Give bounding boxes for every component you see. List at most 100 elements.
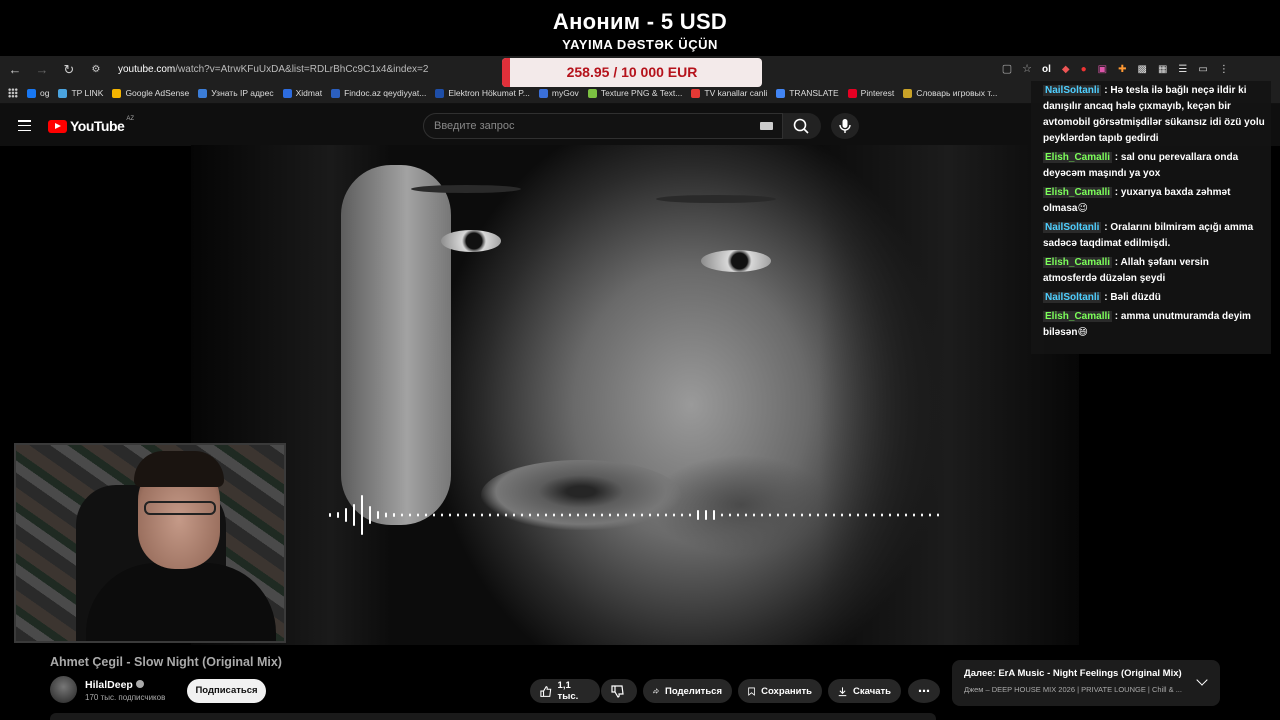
visualizer-bar <box>889 513 891 517</box>
bookmark-favicon-icon <box>903 88 913 98</box>
install-icon[interactable]: ▢ <box>1002 62 1012 75</box>
reload-icon[interactable]: ↻ <box>57 62 81 78</box>
visualizer-bar <box>441 513 443 517</box>
menu-icon[interactable] <box>18 120 31 132</box>
apps-grid-icon[interactable] <box>8 88 18 98</box>
bookmark-favicon-icon <box>58 88 68 98</box>
channel-avatar[interactable] <box>50 676 77 703</box>
chat-text: : Bəli düzdü <box>1101 292 1161 303</box>
bookmark-icon <box>748 687 755 696</box>
bookmark-item[interactable]: Google AdSense <box>112 88 189 98</box>
search-input[interactable]: Введите запрос <box>423 113 783 139</box>
subscribe-button[interactable]: Подписаться <box>187 679 266 703</box>
chat-username[interactable]: NailSoltanli <box>1043 222 1102 233</box>
chat-message: NailSoltanli : Oralarını bilmirəm açığı … <box>1043 220 1265 252</box>
visualizer-bar <box>785 513 787 517</box>
donation-goal-bar: 258.95 / 10 000 EUR <box>502 58 762 87</box>
donation-subtitle: YAYIMA DƏSTƏK ÜÇÜN <box>562 37 718 52</box>
chat-username[interactable]: Elish_Camalli <box>1043 257 1113 268</box>
visualizer-bar <box>633 513 635 517</box>
donation-title: Аноним - 5 USD <box>552 9 728 34</box>
visualizer-bar <box>905 513 907 517</box>
url-path: /watch?v=AtrwKFuUxDA&list=RDLrBhCc9C1x4&… <box>175 64 429 75</box>
save-button[interactable]: Сохранить <box>738 679 822 703</box>
like-button[interactable]: 1,1 тыс. <box>530 679 600 703</box>
extension-icon[interactable]: ◆ <box>1062 64 1070 75</box>
bookmark-favicon-icon <box>435 88 445 98</box>
visualizer-bar <box>729 513 731 517</box>
visualizer-bar <box>513 513 515 517</box>
bookmark-item[interactable]: TP LINK <box>58 88 103 98</box>
visualizer-bar <box>577 513 579 517</box>
visualizer-bar <box>521 513 523 517</box>
chat-username[interactable]: NailSoltanli <box>1043 85 1102 96</box>
bookmark-favicon-icon <box>776 88 786 98</box>
bookmark-item[interactable]: og <box>27 88 49 98</box>
forward-icon[interactable]: → <box>30 62 54 77</box>
youtube-logo[interactable]: YouTube AZ <box>48 116 134 134</box>
download-button[interactable]: Скачать <box>828 679 901 703</box>
puzzle-icon[interactable]: ▦ <box>1158 64 1167 75</box>
extension-icon[interactable]: ▩ <box>1137 64 1146 75</box>
url-field[interactable]: youtube.com/watch?v=AtrwKFuUxDA&list=RDL… <box>118 64 428 75</box>
youtube-play-icon <box>48 119 67 133</box>
video-player[interactable] <box>191 145 1079 645</box>
bookmark-item[interactable]: Словарь игровых т... <box>903 88 997 98</box>
visualizer-bar <box>753 513 755 517</box>
sidebar-icon[interactable]: ▭ <box>1198 64 1207 75</box>
extension-icon[interactable]: ● <box>1081 64 1087 75</box>
channel-name[interactable]: HilalDeep <box>85 679 144 691</box>
region-code: AZ <box>126 116 134 122</box>
visualizer-bar <box>769 513 771 517</box>
visualizer-bar <box>937 513 939 517</box>
more-actions-button[interactable]: ⋯ <box>908 679 940 703</box>
visualizer-bar <box>417 513 419 517</box>
visualizer-bar <box>481 513 483 517</box>
visualizer-bar <box>841 513 843 517</box>
bookmark-item[interactable]: myGov <box>538 88 579 98</box>
visualizer-bar <box>593 513 595 517</box>
instagram-icon[interactable]: ▣ <box>1098 64 1107 75</box>
bookmark-item[interactable]: Elektron Hökumət P... <box>435 88 530 98</box>
extension-icon[interactable]: ✚ <box>1118 64 1126 75</box>
description-box-edge <box>50 713 936 720</box>
bookmark-item[interactable]: TV kanallar canli <box>691 88 767 98</box>
visualizer-bar <box>505 513 507 517</box>
visualizer-bar <box>865 513 867 517</box>
bookmark-item[interactable]: Pinterest <box>847 88 894 98</box>
bookmark-item[interactable]: Xidmat <box>282 88 322 98</box>
bookmark-favicon-icon <box>198 88 208 98</box>
chat-header-label: ol <box>1042 64 1051 75</box>
visualizer-bar <box>657 513 659 517</box>
visualizer-bar <box>649 513 651 517</box>
bookmark-item[interactable]: Узнать IP адрес <box>198 88 274 98</box>
search-button[interactable] <box>783 113 821 139</box>
playlist-icon[interactable]: ☰ <box>1178 64 1187 75</box>
visualizer-bar <box>369 506 371 524</box>
chat-username[interactable]: NailSoltanli <box>1043 292 1102 303</box>
visualizer-bar <box>345 508 347 522</box>
bookmark-item[interactable]: Findoc.az qeydiyyat... <box>331 88 426 98</box>
visualizer-bar <box>361 495 363 535</box>
chat-message: NailSoltanli : Bəli düzdü <box>1043 290 1265 306</box>
keyboard-icon[interactable] <box>760 122 773 130</box>
back-icon[interactable]: ← <box>3 62 27 77</box>
visualizer-bar <box>665 513 667 517</box>
share-button[interactable]: Поделиться <box>643 679 732 703</box>
chat-username[interactable]: Elish_Camalli <box>1043 152 1113 163</box>
chat-username[interactable]: Elish_Camalli <box>1043 311 1113 322</box>
visualizer-bar <box>793 513 795 517</box>
visualizer-bar <box>929 513 931 517</box>
visualizer-bar <box>585 513 587 517</box>
visualizer-bar <box>673 513 675 517</box>
more-dots-icon: ⋯ <box>918 684 930 698</box>
dislike-button[interactable] <box>601 679 637 703</box>
site-info-icon[interactable]: ⚙ <box>84 64 108 75</box>
more-icon[interactable]: ⋮ <box>1219 64 1229 75</box>
up-next-panel[interactable]: Далее: ErA Music - Night Feelings (Origi… <box>952 660 1220 706</box>
bookmark-item[interactable]: TRANSLATE <box>776 88 839 98</box>
voice-search-button[interactable] <box>831 113 859 139</box>
bookmark-item[interactable]: Texture PNG & Text... <box>587 88 682 98</box>
up-next-title: Далее: ErA Music - Night Feelings (Origi… <box>964 668 1182 679</box>
chat-username[interactable]: Elish_Camalli <box>1043 187 1113 198</box>
